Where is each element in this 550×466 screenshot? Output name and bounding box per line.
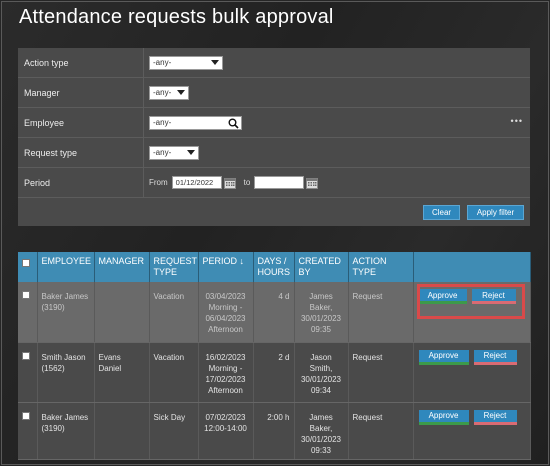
cell-period: 03/04/2023 Morning - 06/04/2023 Afternoo… — [198, 282, 254, 343]
col-header-employee[interactable]: EMPLOYEE — [37, 252, 95, 282]
cell-days-hours: 4 d — [253, 282, 295, 343]
page-title: Attendance requests bulk approval — [19, 6, 334, 28]
cell-request-type: Vacation — [149, 342, 199, 403]
approve-button[interactable]: Approve — [418, 409, 469, 425]
action-type-value: -any- — [153, 58, 172, 67]
clear-button[interactable]: Clear — [423, 205, 460, 220]
reject-button[interactable]: Reject — [473, 349, 517, 365]
employee-value: -any- — [153, 118, 172, 127]
table-header-row: EMPLOYEE MANAGER REQUEST TYPE PERIOD ↓ D… — [18, 252, 531, 282]
cell-manager: Evans Daniel — [94, 342, 150, 403]
filter-row-action-type: Action type -any- — [18, 48, 530, 78]
cell-request-type: Vacation — [149, 282, 199, 343]
filter-row-period: Period From 01/12/2022 to — [18, 168, 530, 198]
row-checkbox[interactable] — [22, 291, 30, 299]
approve-button[interactable]: Approve — [418, 349, 469, 365]
employee-input[interactable]: -any- — [149, 115, 242, 130]
calendar-icon[interactable] — [306, 177, 319, 189]
more-options-icon[interactable]: ••• — [511, 116, 523, 126]
filter-row-request-type: Request type -any- — [18, 138, 530, 168]
col-header-manager[interactable]: MANAGER — [94, 252, 150, 282]
apply-filter-button[interactable]: Apply filter — [467, 205, 524, 220]
request-type-label: Request type — [18, 138, 144, 167]
cell-employee: Smith Jason (1562) — [37, 342, 95, 403]
table-row: Baker James (3190) Sick Day 07/02/2023 1… — [18, 402, 531, 460]
period-to-input[interactable] — [254, 176, 305, 189]
cell-action-type: Request — [348, 402, 414, 460]
col-header-request-type[interactable]: REQUEST TYPE — [149, 252, 199, 282]
cell-created-by: James Baker, 30/01/2023 09:35 — [294, 282, 349, 343]
filter-row-manager: Manager -any- — [18, 78, 530, 108]
request-type-value: -any- — [153, 148, 172, 157]
col-header-days-hours[interactable]: DAYS / HOURS — [253, 252, 295, 282]
manager-label: Manager — [18, 78, 144, 107]
action-type-select[interactable]: -any- — [149, 55, 223, 70]
filter-panel: Action type -any- Manager -any- Employee… — [18, 48, 530, 226]
filter-row-employee: Employee -any- ••• — [18, 108, 530, 138]
chevron-down-icon — [177, 89, 185, 95]
search-icon[interactable] — [228, 118, 239, 129]
cell-manager — [94, 402, 150, 460]
cell-days-hours: 2:00 h — [253, 402, 295, 460]
row-checkbox[interactable] — [22, 411, 30, 420]
calendar-icon[interactable] — [223, 177, 236, 189]
select-all-checkbox[interactable] — [22, 259, 30, 267]
cell-action-type: Request — [348, 342, 414, 403]
cell-actions: Approve Reject — [413, 342, 531, 403]
cell-actions: Approve Reject — [413, 402, 531, 460]
cell-employee: Baker James (3190) — [37, 402, 95, 460]
chevron-down-icon — [187, 149, 195, 155]
col-header-period[interactable]: PERIOD ↓ — [198, 252, 254, 282]
cell-days-hours: 2 d — [253, 342, 295, 403]
request-type-select[interactable]: -any- — [149, 145, 199, 160]
table-row: Smith Jason (1562) Evans Daniel Vacation… — [18, 342, 531, 403]
cell-created-by: Jason Smith, 30/01/2023 09:34 — [294, 342, 349, 403]
cell-action-type: Request — [348, 282, 414, 343]
period-to-label: to — [243, 178, 251, 187]
highlight-box — [417, 284, 525, 319]
cell-created-by: James Baker, 30/01/2023 09:33 — [294, 402, 349, 460]
cell-employee: Baker James (3190) — [37, 282, 95, 343]
period-from-input[interactable]: 01/12/2022 — [171, 176, 222, 189]
period-from-label: From — [149, 178, 168, 187]
row-checkbox[interactable] — [22, 351, 30, 360]
col-header-actions — [413, 252, 531, 282]
col-header-action-type[interactable]: ACTION TYPE — [348, 252, 414, 282]
cell-period: 07/02/2023 12:00-14:00 — [198, 402, 254, 460]
manager-select[interactable]: -any- — [149, 85, 189, 100]
action-type-label: Action type — [18, 48, 144, 77]
cell-manager — [94, 282, 150, 343]
cell-period: 16/02/2023 Morning - 17/02/2023 Afternoo… — [198, 342, 254, 403]
manager-value: -any- — [153, 88, 172, 97]
cell-request-type: Sick Day — [149, 402, 199, 460]
col-header-created-by[interactable]: CREATED BY — [294, 252, 349, 282]
employee-label: Employee — [18, 108, 144, 137]
filter-actions: Clear Apply filter — [18, 198, 530, 226]
chevron-down-icon — [211, 59, 219, 65]
reject-button[interactable]: Reject — [473, 409, 517, 425]
period-label: Period — [18, 168, 144, 197]
